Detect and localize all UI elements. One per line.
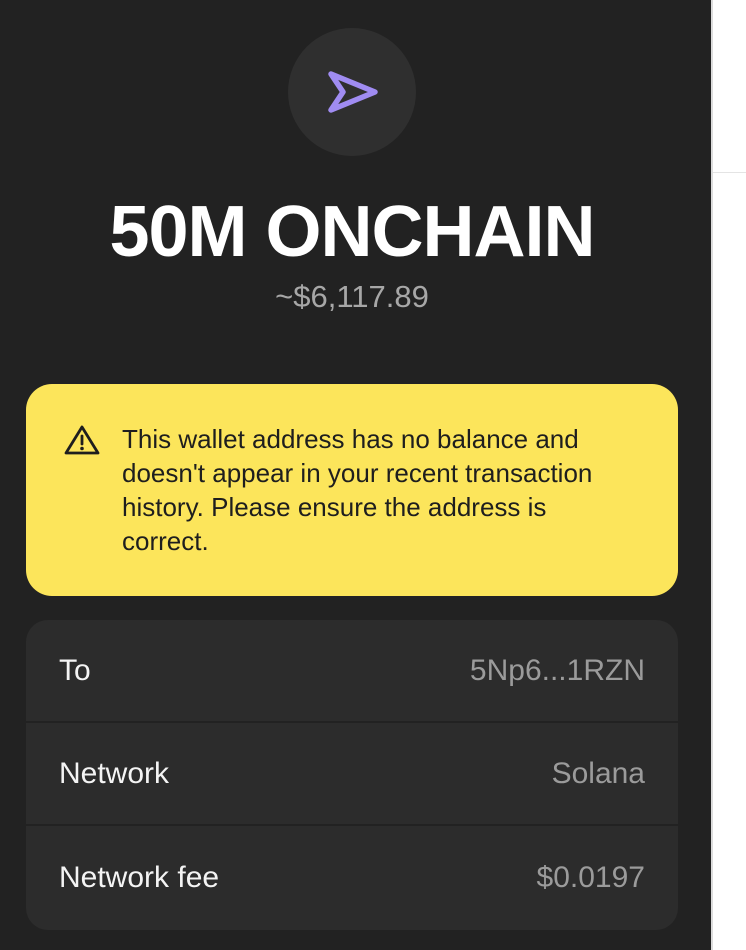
network-fee-value: $0.0197 xyxy=(536,861,645,894)
transaction-details-card: To 5Np6...1RZN Network Solana Network fe… xyxy=(26,620,678,930)
recipient-address: 5Np6...1RZN xyxy=(469,653,645,687)
warning-message: This wallet address has no balance and d… xyxy=(122,424,593,556)
background-divider xyxy=(713,172,746,173)
detail-row-to: To 5Np6...1RZN xyxy=(26,620,678,723)
send-icon-badge xyxy=(288,28,416,156)
network-fee-label: Network fee xyxy=(59,861,220,894)
fiat-value: ~$6,117.89 xyxy=(275,279,429,314)
network-label: Network xyxy=(59,756,170,790)
warning-triangle-icon xyxy=(64,425,100,455)
network-value: Solana xyxy=(551,756,645,790)
send-arrow-icon xyxy=(328,71,378,113)
send-confirmation-panel: 50M ONCHAIN ~$6,117.89 This wallet addre… xyxy=(0,0,711,950)
panel-border xyxy=(711,0,713,950)
to-label: To xyxy=(59,653,91,687)
screen: 50M ONCHAIN ~$6,117.89 This wallet addre… xyxy=(0,0,746,950)
detail-row-network-fee: Network fee $0.0197 xyxy=(26,826,678,930)
address-warning-banner: This wallet address has no balance and d… xyxy=(26,384,678,596)
send-amount: 50M ONCHAIN xyxy=(109,192,595,272)
detail-row-network: Network Solana xyxy=(26,723,678,826)
